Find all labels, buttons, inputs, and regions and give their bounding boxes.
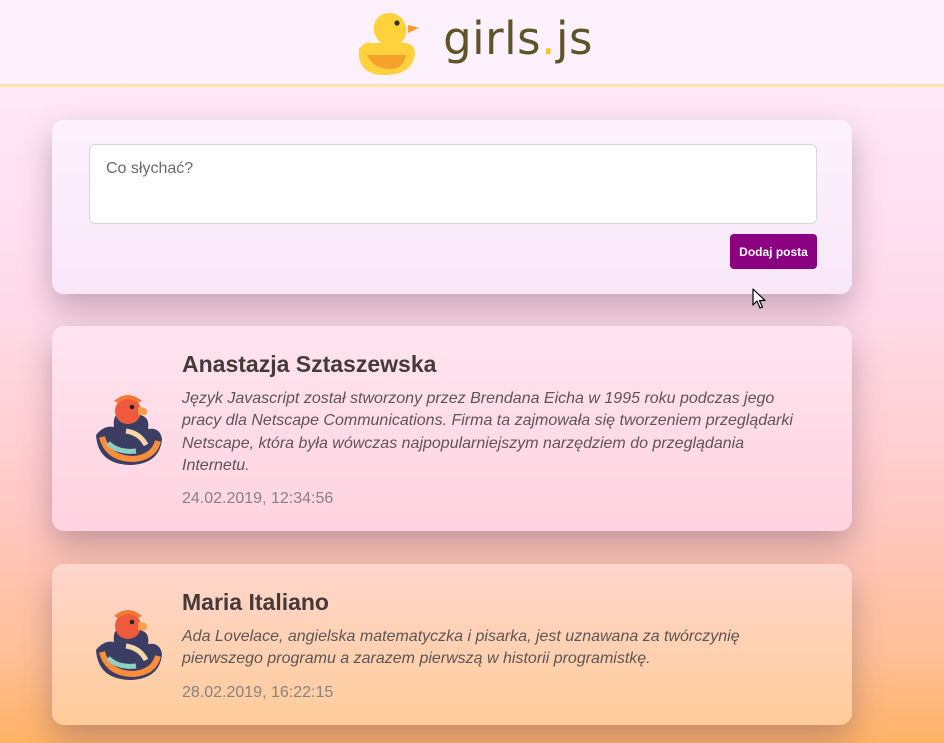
- mouse-cursor-icon: [752, 288, 766, 309]
- post-author: Anastazja Sztaszewska: [182, 351, 437, 377]
- post-content: Język Javascript został stworzony przez …: [182, 390, 793, 474]
- post-content: Ada Lovelace, angielska matematyczka i p…: [182, 628, 740, 668]
- post-date: 24.02.2019, 12:34:56: [182, 490, 334, 508]
- brand-ext: js: [555, 11, 593, 65]
- post-composer: Dodaj posta: [52, 120, 852, 294]
- add-post-button[interactable]: Dodaj posta: [730, 234, 817, 269]
- brand-dot: .: [541, 11, 556, 65]
- striped-duck-icon: [96, 395, 162, 465]
- post-author: Maria Italiano: [182, 589, 329, 615]
- brand-main: girls: [443, 11, 542, 65]
- post-card: Maria Italiano Ada Lovelace, angielska m…: [52, 564, 852, 725]
- striped-duck-icon: [96, 610, 162, 680]
- rubber-duck-icon: [358, 13, 420, 75]
- post-input[interactable]: [89, 144, 817, 224]
- brand-title[interactable]: girls.js: [443, 12, 593, 65]
- app-header: girls.js: [0, 0, 944, 87]
- post-card: Anastazja Sztaszewska Język Javascript z…: [52, 326, 852, 531]
- post-date: 28.02.2019, 16:22:15: [182, 683, 334, 701]
